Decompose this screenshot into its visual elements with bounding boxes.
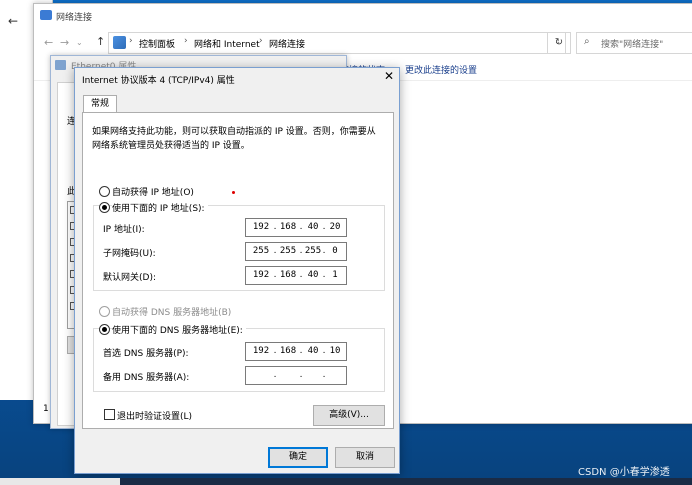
taskbar-search[interactable] [0, 478, 120, 485]
dns-dot: . [299, 370, 303, 380]
alternate-dns-field[interactable]: . . . [245, 366, 347, 385]
search-placeholder: 搜索"网络连接" [601, 40, 664, 50]
gateway-octet: 192 [252, 270, 270, 280]
back-icon[interactable]: ← [44, 36, 53, 49]
address-bar[interactable]: › 控制面板 › 网络和 Internet › 网络连接 ⌄ [108, 32, 566, 54]
ip-octet: 192 [252, 222, 270, 232]
dns-octet: 10 [329, 346, 341, 356]
network-adapter-icon [55, 60, 66, 70]
ip-octet: 40 [307, 222, 319, 232]
refresh-button[interactable]: ↻ [547, 32, 571, 54]
chevron-right-icon[interactable]: › [259, 36, 263, 46]
preferred-dns-field[interactable]: 192 . 168 . 40 . 10 [245, 342, 347, 361]
dns-octet: 40 [307, 346, 319, 356]
ip-octet: 20 [329, 222, 341, 232]
back-arrow-icon[interactable]: ← [8, 14, 18, 28]
window-title: 网络连接 [56, 13, 93, 23]
dns-manual-label[interactable]: 使用下面的 DNS 服务器地址(E): [112, 323, 246, 336]
breadcrumb-network-internet[interactable]: 网络和 Internet [194, 37, 260, 50]
dns-auto-radio[interactable] [99, 306, 110, 317]
validate-label[interactable]: 退出时验证设置(L) [117, 409, 192, 422]
ip-manual-label[interactable]: 使用下面的 IP 地址(S): [112, 201, 208, 214]
subnet-label: 子网掩码(U): [103, 249, 156, 259]
ip-address-label: IP 地址(I): [103, 225, 145, 235]
dns-manual-radio[interactable] [99, 324, 110, 335]
network-folder-icon [40, 10, 52, 20]
search-box[interactable]: ⌕ 搜索"网络连接" [576, 32, 692, 54]
preferred-dns-label: 首选 DNS 服务器(P): [103, 349, 189, 359]
tab-general[interactable]: 常规 [83, 95, 117, 113]
close-icon[interactable]: ✕ [381, 69, 397, 83]
cursor-marker [232, 191, 235, 194]
breadcrumb-control-panel[interactable]: 控制面板 [139, 37, 175, 50]
up-icon[interactable]: ↑ [96, 35, 105, 48]
default-gateway-field[interactable]: 192 . 168 . 40 . 1 [245, 266, 347, 285]
dns-octet: 168 [279, 346, 297, 356]
description-text: 如果网络支持此功能，则可以获取自动指派的 IP 设置。否则，你需要从网络系统管理… [92, 127, 376, 151]
tcpip-properties-dialog: Internet 协议版本 4 (TCP/IPv4) 属性 ✕ 常规 如果网络支… [74, 67, 400, 474]
change-connection-settings-command[interactable]: 更改此连接的设置 [405, 63, 477, 76]
subnet-octet: 0 [332, 246, 338, 256]
ethernet-item-label: 1 [43, 404, 49, 414]
alternate-dns-label: 备用 DNS 服务器(A): [103, 373, 190, 383]
dns-dot: . [273, 370, 277, 380]
ip-address-field[interactable]: 192 . 168 . 40 . 20 [245, 218, 347, 237]
control-panel-icon [113, 36, 126, 49]
subnet-octet: 255 [279, 246, 297, 256]
gateway-label: 默认网关(D): [103, 273, 156, 283]
dns-auto-label[interactable]: 自动获得 DNS 服务器地址(B) [112, 305, 231, 318]
subnet-octet: 255 [304, 246, 322, 256]
recent-chevron-icon[interactable]: ⌄ [76, 38, 83, 47]
cancel-button[interactable]: 取消 [335, 447, 395, 468]
ip-octet: 168 [279, 222, 297, 232]
dns-dot: . [322, 370, 326, 380]
navigation-bar: ← → ⌄ ↑ › 控制面板 › 网络和 Internet › 网络连接 ⌄ ↻… [34, 30, 692, 54]
chevron-right-icon[interactable]: › [129, 36, 133, 46]
ip-manual-radio[interactable] [99, 202, 110, 213]
subnet-octet: 255 [252, 246, 270, 256]
dialog-title: Internet 协议版本 4 (TCP/IPv4) 属性 [82, 76, 235, 86]
watermark: CSDN @小春学渗透 [578, 467, 670, 478]
ip-auto-label[interactable]: 自动获得 IP 地址(O) [112, 185, 194, 198]
breadcrumb-network-connections[interactable]: 网络连接 [269, 37, 305, 50]
search-icon: ⌕ [584, 36, 590, 47]
gateway-octet: 168 [279, 270, 297, 280]
subnet-mask-field[interactable]: 255 . 255 . 255 . 0 [245, 242, 347, 261]
chevron-right-icon[interactable]: › [184, 36, 188, 46]
forward-icon[interactable]: → [60, 36, 69, 49]
general-panel: 如果网络支持此功能，则可以获取自动指派的 IP 设置。否则，你需要从网络系统管理… [82, 112, 394, 429]
advanced-button[interactable]: 高级(V)... [313, 405, 385, 426]
ok-button[interactable]: 确定 [268, 447, 328, 468]
gateway-octet: 40 [307, 270, 319, 280]
validate-checkbox[interactable] [104, 409, 115, 420]
gateway-octet: 1 [332, 270, 338, 280]
ip-auto-radio[interactable] [99, 186, 110, 197]
dns-octet: 192 [252, 346, 270, 356]
